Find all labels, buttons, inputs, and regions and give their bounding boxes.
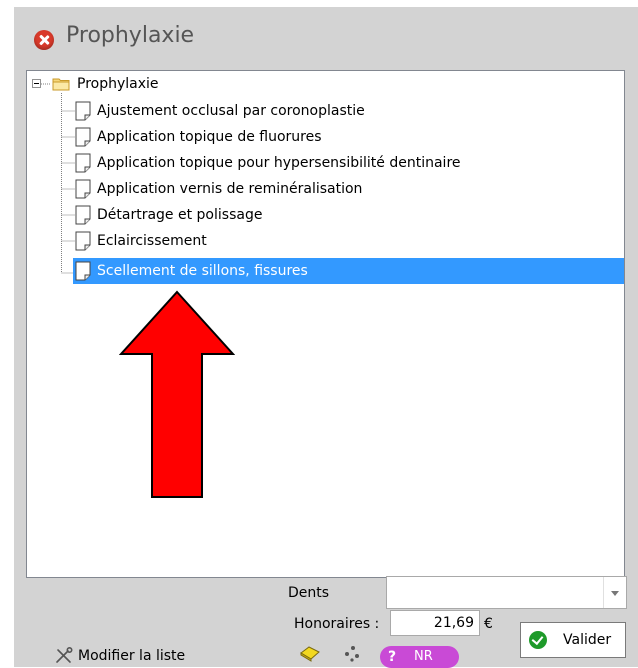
tree-item[interactable]: Application topique de fluorures	[75, 124, 495, 150]
tree-item[interactable]: Ajustement occlusal par coronoplastie	[75, 98, 495, 124]
tree-item-label: Scellement de sillons, fissures	[97, 263, 308, 279]
dialog-window: Prophylaxie Prophylaxie Ajustement occlu…	[14, 7, 638, 668]
valider-button[interactable]: Valider	[520, 622, 626, 658]
document-icon	[75, 101, 91, 121]
tree-root-row[interactable]: Prophylaxie	[27, 71, 327, 97]
close-icon[interactable]	[34, 30, 54, 50]
document-icon	[75, 179, 91, 199]
tree-view[interactable]: Prophylaxie Ajustement occlusal par coro…	[26, 70, 625, 578]
soap-icon[interactable]	[299, 644, 321, 662]
tree-item-label: Application vernis de reminéralisation	[97, 181, 363, 197]
title-bar: Prophylaxie	[14, 7, 638, 65]
honoraires-input[interactable]: 21,69	[390, 610, 480, 636]
valider-label: Valider	[563, 632, 612, 648]
nr-badge[interactable]: ? NR	[380, 646, 459, 668]
dents-label: Dents	[288, 585, 330, 601]
document-icon	[75, 153, 91, 173]
tree-item[interactable]: Application topique pour hypersensibilit…	[75, 150, 555, 176]
question-icon: ?	[388, 649, 397, 665]
window-title: Prophylaxie	[66, 23, 195, 48]
red-arrow-annotation	[119, 290, 235, 498]
document-icon	[75, 205, 91, 225]
document-icon	[75, 127, 91, 147]
tree-item[interactable]: Eclaircissement	[75, 228, 495, 254]
folder-icon	[52, 78, 70, 91]
chevron-down-icon[interactable]	[603, 577, 626, 608]
check-icon	[529, 631, 547, 649]
tools-icon	[56, 647, 73, 663]
dents-select[interactable]	[386, 576, 627, 609]
tree-root-label: Prophylaxie	[77, 76, 159, 92]
tree-item[interactable]: Détartrage et polissage	[75, 202, 495, 228]
document-icon	[75, 261, 91, 281]
document-icon	[75, 231, 91, 251]
tree-item[interactable]: Application vernis de reminéralisation	[75, 176, 495, 202]
dots-icon[interactable]	[343, 645, 361, 663]
modify-list-label: Modifier la liste	[78, 648, 186, 664]
tree-item-selected[interactable]: Scellement de sillons, fissures	[73, 258, 624, 284]
collapse-icon[interactable]	[32, 79, 41, 88]
tree-item-label: Application topique de fluorures	[97, 129, 322, 145]
nr-label: NR	[414, 649, 433, 664]
currency-symbol: €	[484, 616, 493, 632]
honoraires-label: Honoraires :	[294, 616, 380, 632]
tree-item-label: Détartrage et polissage	[97, 207, 263, 223]
tree-item-label: Eclaircissement	[97, 233, 207, 249]
tree-item-label: Ajustement occlusal par coronoplastie	[97, 103, 365, 119]
tree-item-label: Application topique pour hypersensibilit…	[97, 155, 461, 171]
